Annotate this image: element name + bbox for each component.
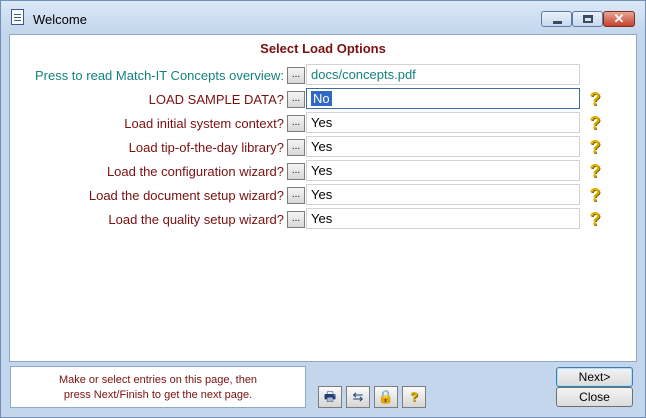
columns-button[interactable]: ⇆ (346, 386, 370, 408)
configuration-wizard-help-icon[interactable]: ? (586, 161, 604, 181)
close-window-button[interactable]: ✕ (603, 11, 635, 27)
columns-icon: ⇆ (352, 389, 364, 404)
window-title: Welcome (33, 12, 87, 27)
document-wizard-lookup-button[interactable]: ... (287, 187, 305, 204)
sample-data-label: LOAD SAMPLE DATA? (148, 92, 284, 107)
print-icon: 🖶 (323, 389, 337, 404)
close-button[interactable]: Close (556, 387, 633, 407)
quality-wizard-field[interactable]: Yes (306, 208, 580, 229)
maximize-icon (583, 15, 593, 23)
system-context-lookup-button[interactable]: ... (287, 115, 305, 132)
document-icon (11, 9, 24, 25)
sample-data-field[interactable]: No (306, 88, 580, 109)
configuration-wizard-label: Load the configuration wizard? (106, 164, 284, 179)
quality-wizard-help-icon[interactable]: ? (586, 209, 604, 229)
next-button[interactable]: Next> (556, 367, 633, 387)
tip-library-label: Load tip-of-the-day library? (128, 140, 284, 155)
document-wizard-label: Load the document setup wizard? (88, 188, 284, 203)
status-line-2: press Next/Finish to get the next page. (63, 389, 253, 401)
sample-data-lookup-button[interactable]: ... (287, 91, 305, 108)
document-wizard-field[interactable]: Yes (306, 184, 580, 205)
sample-data-help-icon[interactable]: ? (586, 89, 604, 109)
configuration-wizard-field[interactable]: Yes (306, 160, 580, 181)
maximize-button[interactable] (572, 11, 603, 27)
page-heading: Select Load Options (260, 41, 386, 56)
print-button[interactable]: 🖶 (318, 386, 342, 408)
concepts-overview-field[interactable]: docs/concepts.pdf (306, 64, 580, 85)
quality-wizard-lookup-button[interactable]: ... (287, 211, 305, 228)
quality-wizard-label: Load the quality setup wizard? (108, 212, 284, 227)
configuration-wizard-lookup-button[interactable]: ... (287, 163, 305, 180)
help-icon: ? (410, 389, 418, 404)
help-button[interactable]: ? (402, 386, 426, 408)
tip-library-lookup-button[interactable]: ... (287, 139, 305, 156)
title-bar: Welcome ✕ (1, 1, 645, 35)
minimize-icon (553, 21, 562, 24)
system-context-help-icon[interactable]: ? (586, 113, 604, 133)
lock-button[interactable]: 🔒 (374, 386, 398, 408)
status-hint: Make or select entries on this page, the… (10, 366, 306, 408)
system-context-label: Load initial system context? (124, 116, 284, 131)
tip-library-help-icon[interactable]: ? (586, 137, 604, 157)
close-icon: ✕ (613, 11, 625, 26)
minimize-button[interactable] (541, 11, 572, 27)
status-line-1: Make or select entries on this page, the… (58, 374, 258, 386)
concepts-overview-label: Press to read Match-IT Concepts overview… (34, 68, 284, 83)
system-context-field[interactable]: Yes (306, 112, 580, 133)
document-wizard-help-icon[interactable]: ? (586, 185, 604, 205)
lock-icon: 🔒 (377, 389, 395, 404)
sample-data-value: No (311, 91, 332, 106)
concepts-overview-lookup-button[interactable]: ... (287, 67, 305, 84)
tip-library-field[interactable]: Yes (306, 136, 580, 157)
